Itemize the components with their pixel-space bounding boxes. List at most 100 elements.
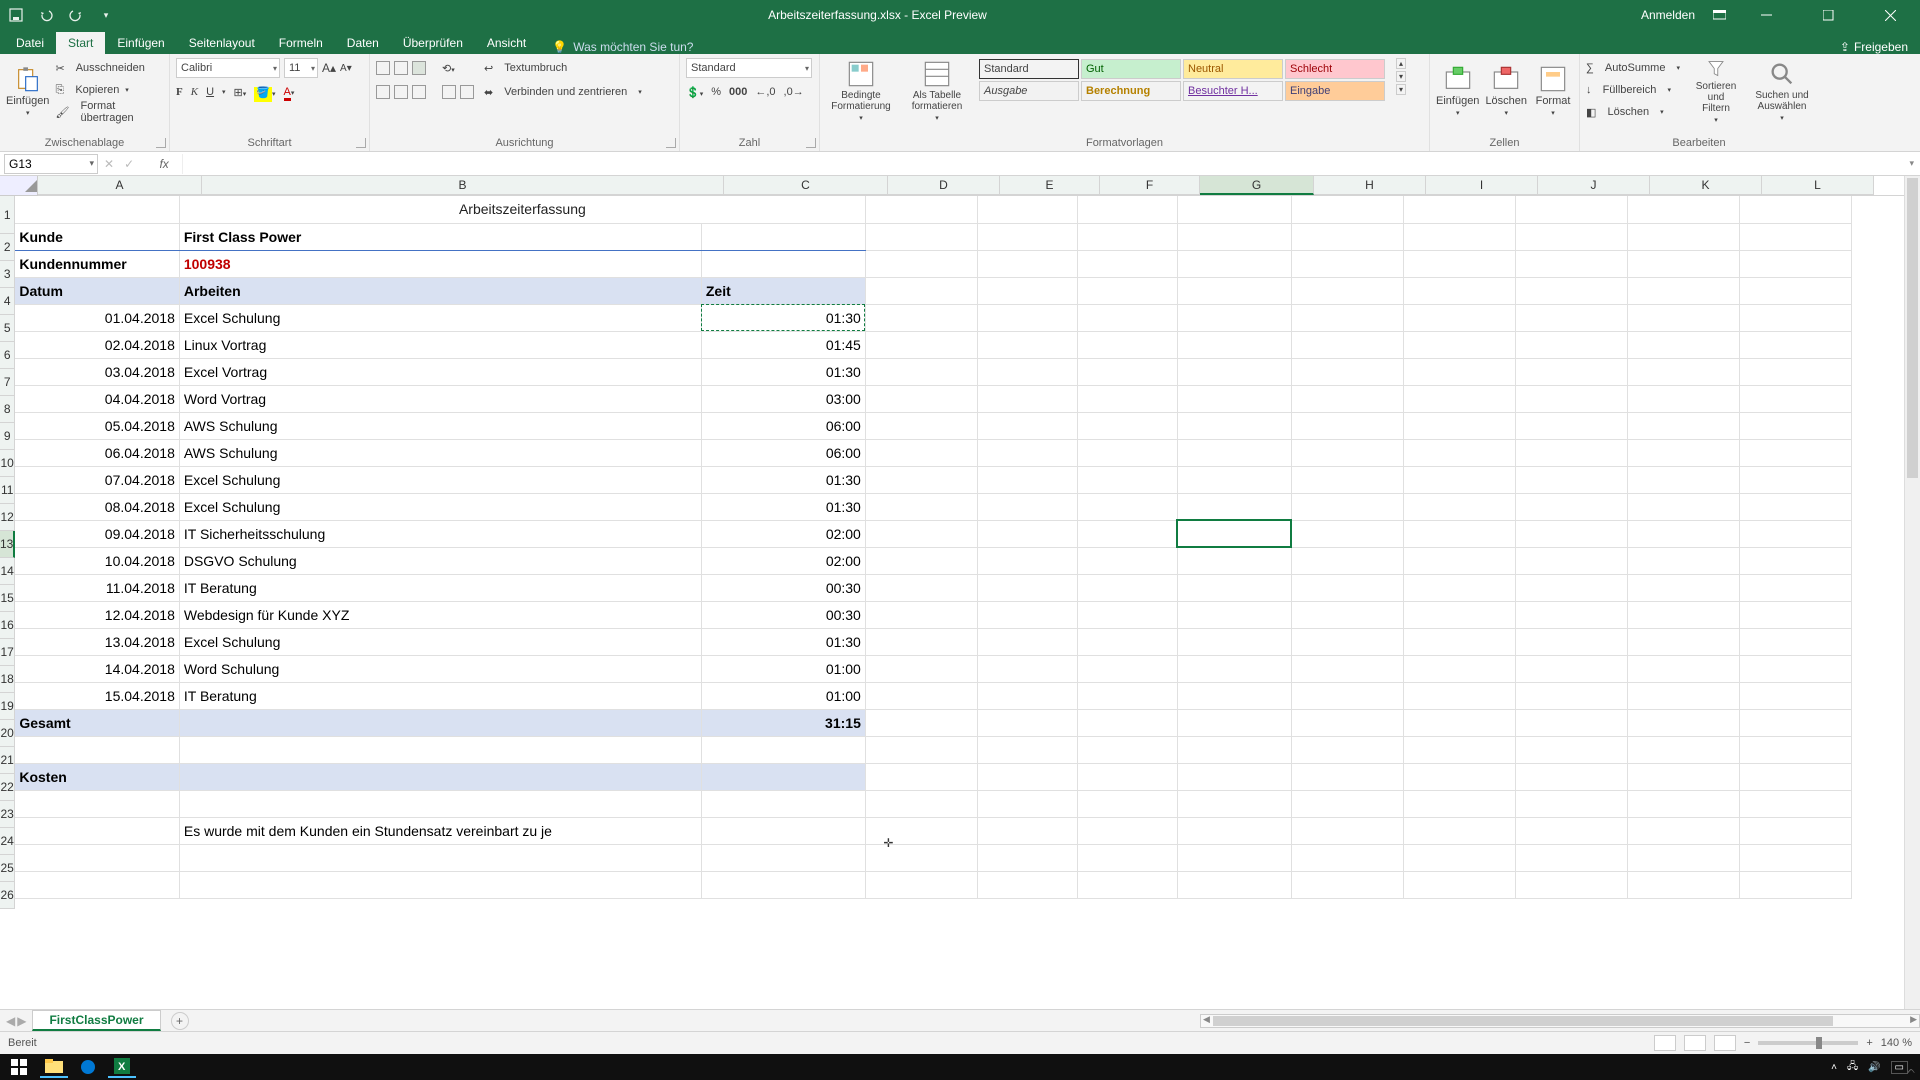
cell-H5[interactable]: [1291, 304, 1403, 331]
cell-C7[interactable]: 01:30: [701, 358, 865, 385]
cell-A16[interactable]: 12.04.2018: [15, 601, 179, 628]
cell-B16[interactable]: Webdesign für Kunde XYZ: [179, 601, 701, 628]
cell-I10[interactable]: [1403, 439, 1515, 466]
fx-button[interactable]: fx: [152, 157, 176, 171]
cell-style-standard[interactable]: Standard: [979, 59, 1079, 79]
cell-G15[interactable]: [1177, 574, 1291, 601]
cell-D9[interactable]: [865, 412, 977, 439]
row-header-24[interactable]: 24: [0, 828, 15, 855]
clear-button[interactable]: ◧ Löschen ▾: [1586, 102, 1680, 122]
row-header-18[interactable]: 18: [0, 666, 15, 693]
format-painter-button[interactable]: 🖌 Format übertragen: [55, 102, 163, 122]
cell-D15[interactable]: [865, 574, 977, 601]
row-header-5[interactable]: 5: [0, 315, 15, 342]
cell-K12[interactable]: [1627, 493, 1739, 520]
cell-G17[interactable]: [1177, 628, 1291, 655]
cell-D6[interactable]: [865, 331, 977, 358]
cell-C22[interactable]: [701, 763, 865, 790]
cell-style-eingabe[interactable]: Eingabe: [1285, 81, 1385, 101]
cell-G24[interactable]: [1177, 817, 1291, 844]
cell-K22[interactable]: [1627, 763, 1739, 790]
cell-C16[interactable]: 00:30: [701, 601, 865, 628]
cell-L12[interactable]: [1739, 493, 1851, 520]
cell-G23[interactable]: [1177, 790, 1291, 817]
cell-D18[interactable]: [865, 655, 977, 682]
cell-E24[interactable]: [977, 817, 1077, 844]
cell-K10[interactable]: [1627, 439, 1739, 466]
zoom-out-button[interactable]: −: [1744, 1037, 1750, 1049]
cell-D26[interactable]: [865, 871, 977, 898]
cell-K16[interactable]: [1627, 601, 1739, 628]
cell-C17[interactable]: 01:30: [701, 628, 865, 655]
row-header-21[interactable]: 21: [0, 747, 15, 774]
number-format-combo[interactable]: Standard: [686, 58, 812, 78]
cell-G26[interactable]: [1177, 871, 1291, 898]
cell-C2[interactable]: [701, 223, 865, 250]
cell-L15[interactable]: [1739, 574, 1851, 601]
cell-I4[interactable]: [1403, 277, 1515, 304]
cell-D10[interactable]: [865, 439, 977, 466]
row-header-11[interactable]: 11: [0, 477, 15, 504]
cell-A21[interactable]: [15, 736, 179, 763]
cell-F15[interactable]: [1077, 574, 1177, 601]
cell-F17[interactable]: [1077, 628, 1177, 655]
undo-icon[interactable]: [38, 7, 54, 23]
cell-G3[interactable]: [1177, 250, 1291, 277]
cell-K26[interactable]: [1627, 871, 1739, 898]
row-header-8[interactable]: 8: [0, 396, 15, 423]
cell-K6[interactable]: [1627, 331, 1739, 358]
cell-A26[interactable]: [15, 871, 179, 898]
conditional-formatting-button[interactable]: Bedingte Formatierung▾: [826, 58, 896, 124]
cell-L2[interactable]: [1739, 223, 1851, 250]
cell-G11[interactable]: [1177, 466, 1291, 493]
cell-L26[interactable]: [1739, 871, 1851, 898]
cell-H12[interactable]: [1291, 493, 1403, 520]
cell-J7[interactable]: [1515, 358, 1627, 385]
cell-F1[interactable]: [1077, 196, 1177, 223]
cell-F9[interactable]: [1077, 412, 1177, 439]
row-header-15[interactable]: 15: [0, 585, 15, 612]
row-header-3[interactable]: 3: [0, 261, 15, 288]
cell-I19[interactable]: [1403, 682, 1515, 709]
cell-D7[interactable]: [865, 358, 977, 385]
column-headers[interactable]: ABCDEFGHIJKL: [38, 176, 1904, 196]
align-bottom-button[interactable]: [412, 61, 426, 75]
cell-C6[interactable]: 01:45: [701, 331, 865, 358]
cell-C3[interactable]: [701, 250, 865, 277]
tray-volume-icon[interactable]: 🔊: [1868, 1062, 1880, 1073]
cell-A17[interactable]: 13.04.2018: [15, 628, 179, 655]
cell-F20[interactable]: [1077, 709, 1177, 736]
cell-C25[interactable]: [701, 844, 865, 871]
cell-A20[interactable]: Gesamt: [15, 709, 179, 736]
cell-E22[interactable]: [977, 763, 1077, 790]
border-button[interactable]: ⊞▾: [234, 86, 247, 99]
cell-I5[interactable]: [1403, 304, 1515, 331]
cell-B4[interactable]: Arbeiten: [179, 277, 701, 304]
cell-I7[interactable]: [1403, 358, 1515, 385]
cell-D20[interactable]: [865, 709, 977, 736]
cell-E26[interactable]: [977, 871, 1077, 898]
styles-scroll-up[interactable]: ▴: [1396, 58, 1406, 69]
cell-K7[interactable]: [1627, 358, 1739, 385]
cell-G20[interactable]: [1177, 709, 1291, 736]
cell-F3[interactable]: [1077, 250, 1177, 277]
row-header-17[interactable]: 17: [0, 639, 15, 666]
column-header-G[interactable]: G: [1200, 176, 1314, 195]
column-header-B[interactable]: B: [202, 176, 724, 195]
row-header-12[interactable]: 12: [0, 504, 15, 531]
cell-H16[interactable]: [1291, 601, 1403, 628]
column-header-D[interactable]: D: [888, 176, 1000, 195]
cell-K5[interactable]: [1627, 304, 1739, 331]
cell-F21[interactable]: [1077, 736, 1177, 763]
cell-I26[interactable]: [1403, 871, 1515, 898]
cell-G4[interactable]: [1177, 277, 1291, 304]
cell-D19[interactable]: [865, 682, 977, 709]
cell-C19[interactable]: 01:00: [701, 682, 865, 709]
cell-H17[interactable]: [1291, 628, 1403, 655]
cell-J10[interactable]: [1515, 439, 1627, 466]
cell-D8[interactable]: [865, 385, 977, 412]
cell-H1[interactable]: [1291, 196, 1403, 223]
cell-D16[interactable]: [865, 601, 977, 628]
cell-B7[interactable]: Excel Vortrag: [179, 358, 701, 385]
cell-E19[interactable]: [977, 682, 1077, 709]
